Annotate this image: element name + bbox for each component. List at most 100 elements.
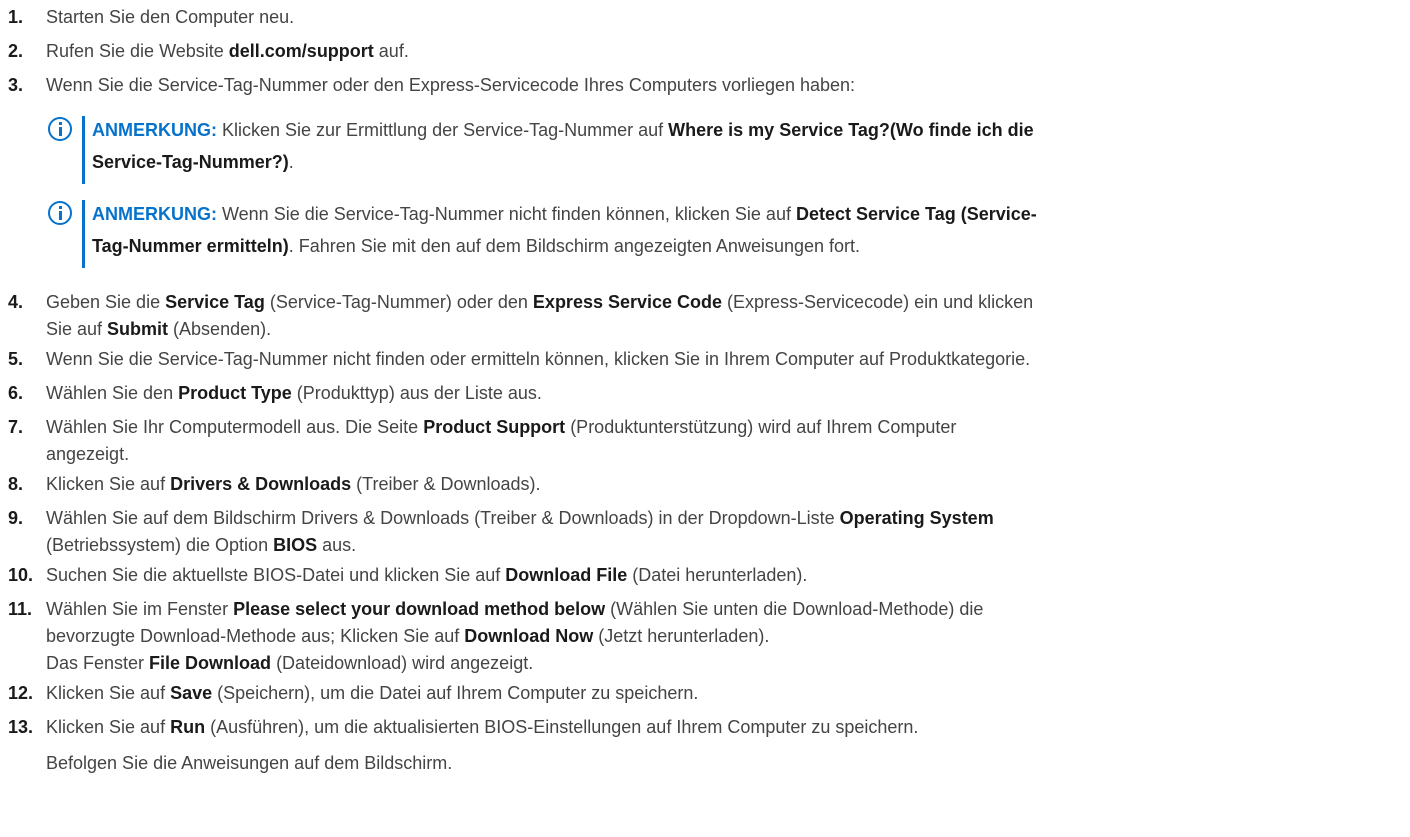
step-text: Wählen Sie auf dem Bildschirm Drivers & … bbox=[46, 505, 1402, 559]
text-line: Starten Sie den Computer neu. bbox=[46, 4, 1402, 31]
step-text: Suchen Sie die aktuellste BIOS-Datei und… bbox=[46, 562, 1402, 589]
emphasis-text: Tag-Nummer ermitteln) bbox=[92, 236, 289, 256]
text-line: Sie auf Submit (Absenden). bbox=[46, 316, 1402, 343]
plain-text: (Express-Servicecode) ein und klicken bbox=[722, 292, 1034, 312]
plain-text: (Jetzt herunterladen). bbox=[593, 626, 770, 646]
emphasis-text: Drivers & Downloads bbox=[170, 474, 352, 494]
text-line: Wenn Sie die Service-Tag-Nummer nicht fi… bbox=[46, 346, 1402, 373]
follow-up-text: Befolgen Sie die Anweisungen auf dem Bil… bbox=[46, 753, 453, 773]
plain-text: Rufen Sie die Website bbox=[46, 41, 229, 61]
emphasis-text: Save bbox=[170, 683, 213, 703]
emphasis-text: Download File bbox=[505, 565, 628, 585]
plain-text: Wenn Sie die Service-Tag-Nummer nicht fi… bbox=[217, 204, 796, 224]
plain-text: Klicken Sie zur Ermittlung der Service-T… bbox=[217, 120, 669, 140]
plain-text: Klicken Sie auf bbox=[46, 683, 171, 703]
plain-text: auf. bbox=[373, 41, 409, 61]
plain-text: (Dateidownload) wird angezeigt. bbox=[271, 653, 534, 673]
plain-text: (Betriebssystem) die Option bbox=[46, 535, 274, 555]
text-line: Wählen Sie auf dem Bildschirm Drivers & … bbox=[46, 505, 1402, 532]
note-accent-bar bbox=[82, 200, 85, 268]
emphasis-text: Service-Tag-Nummer?) bbox=[92, 152, 289, 172]
text-line: Wählen Sie den Product Type (Produkttyp)… bbox=[46, 380, 1402, 407]
plain-text: Klicken Sie auf bbox=[46, 717, 171, 737]
text-line: ANMERKUNG: Klicken Sie zur Ermittlung de… bbox=[92, 114, 1402, 146]
plain-text: . bbox=[288, 152, 294, 172]
plain-text: Wählen Sie im Fenster bbox=[46, 599, 234, 619]
plain-text: (Absenden). bbox=[168, 319, 272, 339]
plain-text: (Treiber & Downloads). bbox=[351, 474, 541, 494]
emphasis-text: Detect Service Tag (Service- bbox=[795, 204, 1037, 224]
step-text: Klicken Sie auf Run (Ausführen), um die … bbox=[46, 714, 1402, 741]
plain-text: Klicken Sie auf bbox=[46, 474, 171, 494]
step-number: 1. bbox=[8, 7, 24, 27]
step-text: Geben Sie die Service Tag (Service-Tag-N… bbox=[46, 289, 1402, 343]
step-number: 4. bbox=[8, 292, 24, 312]
text-line: Rufen Sie die Website dell.com/support a… bbox=[46, 38, 1402, 65]
plain-text: (Wählen Sie unten die Download-Methode) … bbox=[605, 599, 984, 619]
emphasis-text: dell.com/support bbox=[228, 41, 374, 61]
text-line: angezeigt. bbox=[46, 441, 1402, 468]
step-text: Rufen Sie die Website dell.com/support a… bbox=[46, 38, 1402, 65]
emphasis-text: Product Type bbox=[178, 383, 292, 403]
step-number: 2. bbox=[8, 41, 24, 61]
emphasis-text: BIOS bbox=[273, 535, 318, 555]
plain-text: Sie auf bbox=[46, 319, 108, 339]
step-text: Klicken Sie auf Save (Speichern), um die… bbox=[46, 680, 1402, 707]
plain-text: Wählen Sie den bbox=[46, 383, 179, 403]
plain-text: Wenn Sie die Service-Tag-Nummer nicht fi… bbox=[46, 349, 1031, 369]
text-line: Klicken Sie auf Drivers & Downloads (Tre… bbox=[46, 471, 1402, 498]
step-number: 6. bbox=[8, 383, 24, 403]
text-line: ANMERKUNG: Wenn Sie die Service-Tag-Numm… bbox=[92, 198, 1402, 230]
plain-text: Geben Sie die bbox=[46, 292, 166, 312]
note-detect-service-tag: ANMERKUNG: Wenn Sie die Service-Tag-Numm… bbox=[48, 198, 1402, 270]
text-line: Wählen Sie Ihr Computermodell aus. Die S… bbox=[46, 414, 1402, 441]
text-line: Tag-Nummer ermitteln). Fahren Sie mit de… bbox=[92, 230, 1402, 262]
plain-text: (Service-Tag-Nummer) oder den bbox=[264, 292, 533, 312]
step-number: 9. bbox=[8, 508, 24, 528]
text-line: Wenn Sie die Service-Tag-Nummer oder den… bbox=[46, 72, 1402, 99]
emphasis-text: Run bbox=[170, 717, 206, 737]
step-text: Wählen Sie im Fenster Please select your… bbox=[46, 596, 1402, 677]
plain-text: aus. bbox=[317, 535, 357, 555]
plain-text: Wenn Sie die Service-Tag-Nummer oder den… bbox=[46, 75, 856, 95]
text-line: (Betriebssystem) die Option BIOS aus. bbox=[46, 532, 1402, 559]
plain-text: Das Fenster bbox=[46, 653, 150, 673]
step-number: 7. bbox=[8, 417, 24, 437]
emphasis-text: Operating System bbox=[839, 508, 994, 528]
plain-text: Wählen Sie auf dem Bildschirm Drivers & … bbox=[46, 508, 840, 528]
plain-text: angezeigt. bbox=[46, 444, 130, 464]
plain-text: (Speichern), um die Datei auf Ihrem Comp… bbox=[212, 683, 699, 703]
text-line: Geben Sie die Service Tag (Service-Tag-N… bbox=[46, 289, 1402, 316]
plain-text: (Produktunterstützung) wird auf Ihrem Co… bbox=[565, 417, 957, 437]
step-number: 11. bbox=[8, 599, 33, 619]
step-text: Starten Sie den Computer neu. bbox=[46, 4, 1402, 31]
emphasis-text: File Download bbox=[149, 653, 272, 673]
step-number: 5. bbox=[8, 349, 24, 369]
step-text: Wählen Sie Ihr Computermodell aus. Die S… bbox=[46, 414, 1402, 468]
info-icon bbox=[48, 117, 72, 141]
emphasis-text: Submit bbox=[107, 319, 169, 339]
plain-text: (Produkttyp) aus der Liste aus. bbox=[291, 383, 542, 403]
note-label: ANMERKUNG: bbox=[92, 204, 217, 224]
note-accent-bar bbox=[82, 116, 85, 184]
step-text: Wenn Sie die Service-Tag-Nummer oder den… bbox=[46, 72, 1402, 99]
text-line: Klicken Sie auf Save (Speichern), um die… bbox=[46, 680, 1402, 707]
note-text: ANMERKUNG: Wenn Sie die Service-Tag-Numm… bbox=[92, 198, 1402, 262]
emphasis-text: Express Service Code bbox=[532, 292, 723, 312]
step-number: 8. bbox=[8, 474, 24, 494]
plain-text: Suchen Sie die aktuellste BIOS-Datei und… bbox=[46, 565, 506, 585]
emphasis-text: Where is my Service Tag?(Wo finde ich di… bbox=[668, 120, 1034, 140]
plain-text: Wählen Sie Ihr Computermodell aus. Die S… bbox=[46, 417, 424, 437]
emphasis-text: Download Now bbox=[464, 626, 594, 646]
step-number: 3. bbox=[8, 75, 24, 95]
step-number: 10. bbox=[8, 565, 34, 585]
plain-text: . Fahren Sie mit den auf dem Bildschirm … bbox=[288, 236, 861, 256]
emphasis-text: Please select your download method below bbox=[233, 599, 606, 619]
plain-text: (Datei herunterladen). bbox=[627, 565, 808, 585]
text-line: Wählen Sie im Fenster Please select your… bbox=[46, 596, 1402, 623]
plain-text: Starten Sie den Computer neu. bbox=[46, 7, 295, 27]
info-icon bbox=[48, 201, 72, 225]
note-label: ANMERKUNG: bbox=[92, 120, 217, 140]
text-line: Das Fenster File Download (Dateidownload… bbox=[46, 650, 1402, 677]
step-text: Klicken Sie auf Drivers & Downloads (Tre… bbox=[46, 471, 1402, 498]
